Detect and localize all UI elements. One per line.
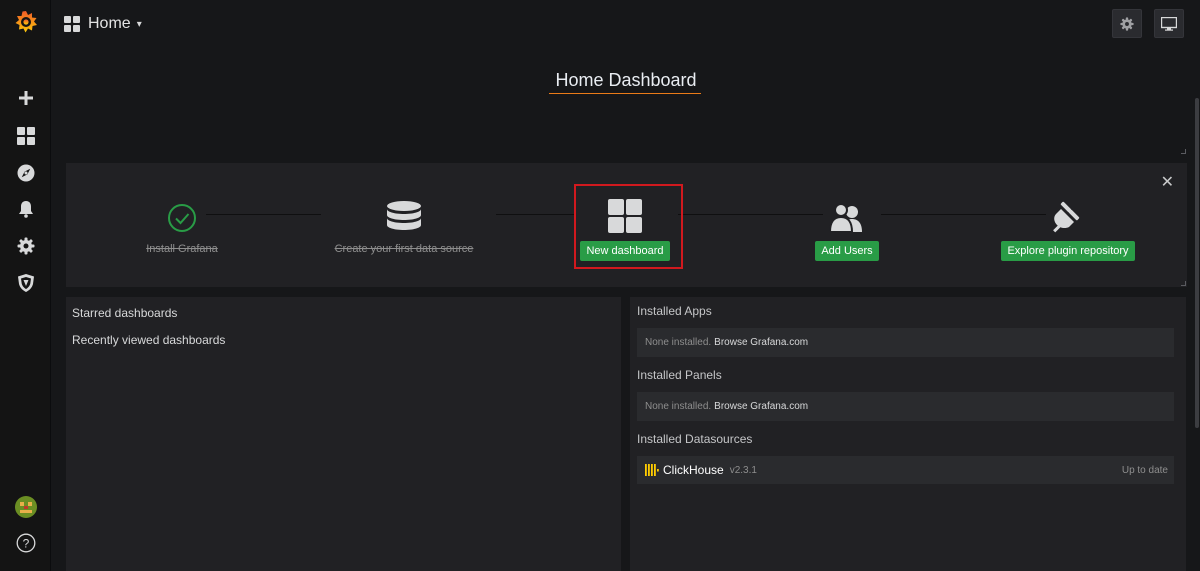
gear-icon [1120,16,1134,31]
check-circle-icon [167,197,197,233]
plugin-list-panel: Installed Apps None installed. Browse Gr… [630,297,1186,571]
datasource-status: Up to date [1121,464,1168,476]
installed-apps-heading: Installed Apps [637,304,712,318]
progress-connector [496,214,576,215]
dashboard-grid-icon [64,16,80,32]
page-title: Home Dashboard [555,70,697,90]
grafana-logo-icon[interactable] [0,5,51,41]
datasource-row[interactable]: ClickHouse v2.3.1 Up to date [637,456,1174,484]
highlight-annotation-box [574,184,683,269]
installed-apps-row: None installed. Browse Grafana.com [637,328,1174,357]
starred-dashboards-heading: Starred dashboards [72,306,178,320]
browse-grafana-link[interactable]: Browse Grafana.com [714,337,808,348]
installed-panels-row: None installed. Browse Grafana.com [637,392,1174,421]
dashboards-grid-icon[interactable] [0,118,51,154]
panel-resize-handle[interactable] [1181,281,1186,286]
step-label: Install Grafana [146,243,218,255]
browse-grafana-link[interactable]: Browse Grafana.com [714,401,808,412]
explore-plugin-repository-button[interactable]: Explore plugin repository [1001,241,1135,261]
user-avatar-icon[interactable] [0,489,51,525]
help-glyph: ? [22,536,29,550]
dashboard-list-panel: Starred dashboards Recently viewed dashb… [66,297,621,571]
datasource-name[interactable]: ClickHouse [663,463,724,477]
explore-compass-icon[interactable] [0,155,51,191]
dashboard-title[interactable]: Home [88,15,131,33]
configuration-gear-icon[interactable] [0,228,51,264]
step-create-data-source: Create your first data source [324,197,484,255]
create-plus-icon[interactable] [0,80,51,116]
side-menu: ? [0,0,51,571]
panel-resize-handle[interactable] [1181,149,1186,154]
progress-connector [678,214,823,215]
installed-panels-heading: Installed Panels [637,368,722,382]
getting-started-panel: ✕ Install Grafana Create your first data… [66,163,1187,287]
page-scrollbar[interactable] [1194,48,1200,571]
server-admin-shield-icon[interactable] [0,265,51,301]
step-explore-plugins: Explore plugin repository [1001,197,1135,261]
users-icon [829,197,865,233]
tv-mode-button[interactable] [1154,9,1184,38]
plug-icon [1052,197,1084,233]
none-installed-text: None installed. [645,337,712,348]
recently-viewed-heading: Recently viewed dashboards [72,333,226,347]
chevron-down-icon[interactable]: ▾ [137,19,142,30]
title-underline [549,93,701,94]
dashboard-picker[interactable]: Home ▾ [64,12,142,36]
datasource-version: v2.3.1 [729,464,757,476]
grafana-app: ? Home ▾ Home Dashboard ✕ Install Grafan… [0,0,1200,571]
help-icon[interactable]: ? [0,525,51,561]
step-add-users: Add Users [811,197,883,261]
welcome-panel: Home Dashboard [66,52,1186,154]
close-icon[interactable]: ✕ [1161,172,1174,192]
alerting-bell-icon[interactable] [0,191,51,227]
clickhouse-logo-icon [645,464,659,476]
top-navbar: Home ▾ [51,0,1200,48]
installed-datasources-heading: Installed Datasources [637,432,753,446]
step-label: Create your first data source [334,243,474,255]
database-icon [386,197,422,233]
none-installed-text: None installed. [645,401,712,412]
scrollbar-thumb[interactable] [1195,98,1199,428]
monitor-icon [1161,16,1177,31]
add-users-button[interactable]: Add Users [815,241,879,261]
dashboard-settings-button[interactable] [1112,9,1142,38]
step-install-grafana: Install Grafana [121,197,243,255]
